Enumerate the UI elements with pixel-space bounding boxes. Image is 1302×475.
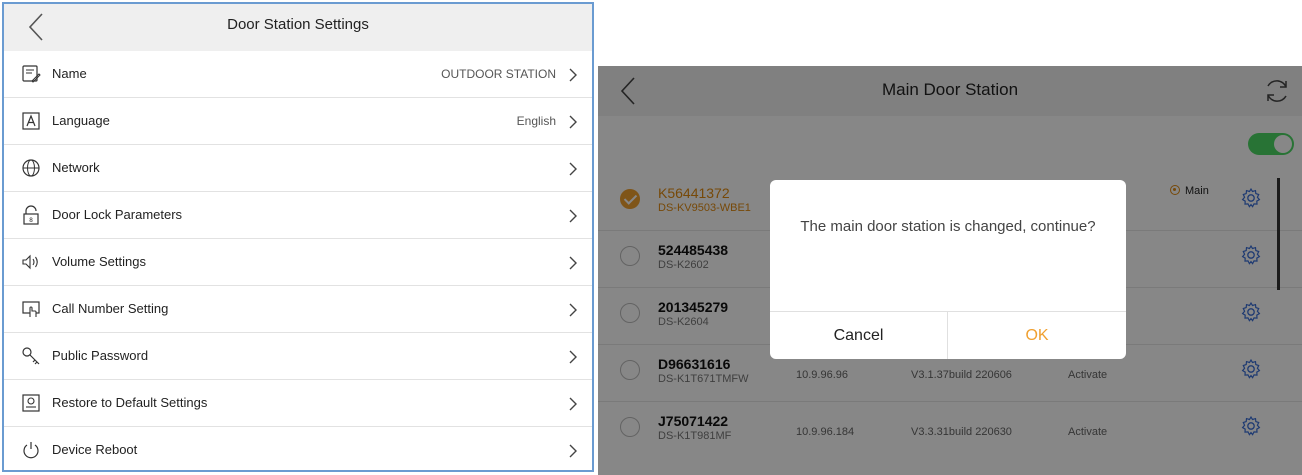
settings-item-label: Device Reboot	[52, 442, 138, 457]
chevron-right-icon	[569, 397, 577, 411]
settings-list: Name OUTDOOR STATION Language English Ne…	[4, 51, 592, 470]
chevron-right-icon	[569, 68, 577, 82]
chevron-right-icon	[569, 115, 577, 129]
confirm-dialog: The main door station is changed, contin…	[770, 180, 1126, 359]
settings-item-value: English	[516, 114, 556, 128]
main-door-station-panel: Main Door Station K56441372 DS-KV9503-WB…	[598, 66, 1302, 475]
header-bar: Door Station Settings	[4, 4, 592, 51]
chevron-right-icon	[569, 256, 577, 270]
dialog-message: The main door station is changed, contin…	[800, 218, 1096, 235]
dialog-buttons: Cancel OK	[770, 311, 1126, 359]
settings-item-public-password[interactable]: Public Password	[4, 333, 592, 380]
settings-item-door-lock[interactable]: 8 Door Lock Parameters	[4, 192, 592, 239]
cancel-button[interactable]: Cancel	[770, 312, 948, 359]
chevron-right-icon	[569, 444, 577, 458]
settings-item-reboot[interactable]: Device Reboot	[4, 427, 592, 470]
restore-icon	[22, 394, 40, 412]
settings-item-label: Public Password	[52, 348, 149, 363]
page-title: Door Station Settings	[227, 16, 369, 33]
settings-item-label: Name	[52, 66, 87, 81]
settings-item-call-number[interactable]: Call Number Setting	[4, 286, 592, 333]
chevron-right-icon	[569, 162, 577, 176]
call-touch-icon	[22, 301, 40, 317]
settings-item-label: Network	[52, 160, 100, 175]
key-icon	[22, 347, 40, 365]
settings-item-value: OUTDOOR STATION	[441, 67, 556, 81]
door-station-settings-panel: Door Station Settings Name OUTDOOR STATI…	[2, 2, 594, 472]
settings-item-volume[interactable]: Volume Settings	[4, 239, 592, 286]
chevron-right-icon	[569, 209, 577, 223]
settings-item-network[interactable]: Network	[4, 145, 592, 192]
settings-item-label: Volume Settings	[52, 254, 146, 269]
ok-button[interactable]: OK	[948, 312, 1126, 359]
settings-item-label: Door Lock Parameters	[52, 207, 183, 222]
chevron-right-icon	[569, 350, 577, 364]
settings-item-label: Call Number Setting	[52, 301, 169, 316]
chevron-right-icon	[569, 303, 577, 317]
lock-icon: 8	[23, 205, 39, 225]
language-icon	[22, 112, 40, 130]
power-icon	[23, 442, 39, 459]
settings-item-language[interactable]: Language English	[4, 98, 592, 145]
speaker-icon	[22, 254, 38, 270]
globe-icon	[22, 159, 40, 177]
settings-item-restore[interactable]: Restore to Default Settings	[4, 380, 592, 427]
settings-item-name[interactable]: Name OUTDOOR STATION	[4, 51, 592, 98]
svg-text:8: 8	[29, 217, 33, 224]
settings-item-label: Language	[52, 113, 110, 128]
name-card-icon	[22, 65, 41, 83]
settings-item-label: Restore to Default Settings	[52, 395, 208, 410]
